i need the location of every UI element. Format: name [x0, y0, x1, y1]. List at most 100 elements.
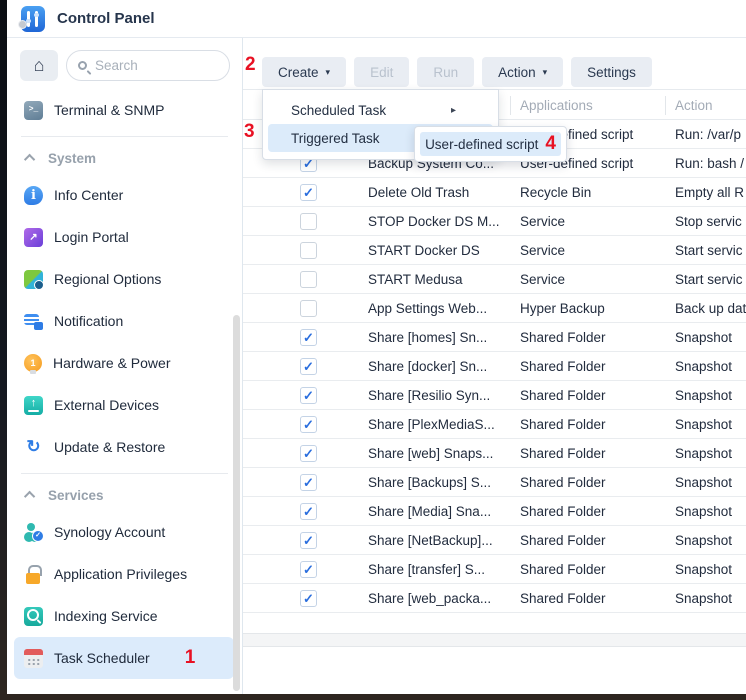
checkbox-checked[interactable]: ✓: [300, 503, 317, 520]
task-name-cell: Share [Resilio Syn...: [368, 388, 510, 403]
enabled-cell: [243, 300, 368, 317]
edit-button[interactable]: Edit: [354, 57, 409, 87]
search-input[interactable]: [95, 58, 218, 73]
checkbox-checked[interactable]: ✓: [300, 474, 317, 491]
table-row[interactable]: ✓Share [Media] Sna...Shared FolderSnapsh…: [243, 497, 746, 526]
checkbox-checked[interactable]: ✓: [300, 416, 317, 433]
action-cell: Snapshot: [665, 417, 746, 432]
action-cell: Start servic: [665, 272, 746, 287]
checkbox-checked[interactable]: ✓: [300, 532, 317, 549]
create-button[interactable]: Create ▾: [262, 57, 346, 87]
checkbox-checked[interactable]: ✓: [300, 329, 317, 346]
action-cell: Back up dat: [665, 301, 746, 316]
table-row[interactable]: ✓Share [transfer] S...Shared FolderSnaps…: [243, 555, 746, 584]
checkbox-unchecked[interactable]: [300, 300, 317, 317]
sidebar-scrollbar[interactable]: [233, 315, 240, 691]
checkbox-checked[interactable]: ✓: [300, 387, 317, 404]
action-cell: Snapshot: [665, 591, 746, 606]
table-row[interactable]: START Docker DSServiceStart servic: [243, 236, 746, 265]
hardware-power-icon: [24, 354, 42, 372]
sidebar-item-notification[interactable]: Notification: [14, 300, 234, 342]
sidebar-item-task-scheduler[interactable]: Task Scheduler1: [14, 637, 234, 679]
sidebar-item-external-devices[interactable]: External Devices: [14, 384, 234, 426]
sidebar-item-hardware-power[interactable]: Hardware & Power: [14, 342, 234, 384]
task-name-cell: Delete Old Trash: [368, 185, 510, 200]
checkbox-unchecked[interactable]: [300, 271, 317, 288]
sidebar-item-indexing-service[interactable]: Indexing Service: [14, 595, 234, 637]
action-cell: Run: bash /: [665, 156, 746, 171]
sidebar: ⌂ Terminal & SNMP SystemInfo CenterLogin …: [7, 38, 243, 694]
menu-item-user-defined-script[interactable]: User-defined script 4: [420, 132, 561, 156]
checkbox-checked[interactable]: ✓: [300, 590, 317, 607]
action-button[interactable]: Action ▾: [482, 57, 563, 87]
sidebar-item-terminal-snmp[interactable]: Terminal & SNMP: [14, 89, 234, 131]
table-row[interactable]: ✓Share [homes] Sn...Shared FolderSnapsho…: [243, 323, 746, 352]
caret-down-icon: ▾: [326, 67, 331, 78]
enabled-cell: ✓: [243, 184, 368, 201]
run-button[interactable]: Run: [417, 57, 474, 87]
sidebar-divider: [21, 136, 228, 137]
sidebar-item-application-privileges[interactable]: Application Privileges: [14, 553, 234, 595]
sidebar-item-info-center[interactable]: Info Center: [14, 174, 234, 216]
column-separator: [510, 96, 511, 115]
application-cell: Service: [510, 243, 665, 258]
checkbox-checked[interactable]: ✓: [300, 358, 317, 375]
notification-icon: [24, 312, 43, 331]
enabled-cell: [243, 242, 368, 259]
home-button[interactable]: ⌂: [20, 50, 58, 81]
task-name-cell: START Medusa: [368, 272, 510, 287]
table-row[interactable]: ✓Share [docker] Sn...Shared FolderSnapsh…: [243, 352, 746, 381]
table-row[interactable]: ✓Share [PlexMediaS...Shared FolderSnapsh…: [243, 410, 746, 439]
table-row[interactable]: ✓Share [Backups] S...Shared FolderSnapsh…: [243, 468, 746, 497]
sidebar-section-system[interactable]: System: [14, 142, 234, 174]
checkbox-checked[interactable]: ✓: [300, 561, 317, 578]
annotation-1: 1: [185, 647, 196, 669]
caret-down-icon: ▾: [543, 67, 548, 78]
section-label: Services: [48, 488, 104, 503]
action-cell: Snapshot: [665, 446, 746, 461]
search-box[interactable]: [66, 50, 230, 81]
application-cell: Shared Folder: [510, 330, 665, 345]
horizontal-scrollbar[interactable]: [243, 633, 746, 647]
task-name-cell: Share [NetBackup]...: [368, 533, 510, 548]
table-row[interactable]: START MedusaServiceStart servic: [243, 265, 746, 294]
sidebar-item-synology-account[interactable]: Synology Account: [14, 511, 234, 553]
action-cell: Snapshot: [665, 475, 746, 490]
table-row[interactable]: ✓Share [Resilio Syn...Shared FolderSnaps…: [243, 381, 746, 410]
action-cell: Snapshot: [665, 562, 746, 577]
checkbox-checked[interactable]: ✓: [300, 184, 317, 201]
table-row[interactable]: ✓Share [web] Snaps...Shared FolderSnapsh…: [243, 439, 746, 468]
sidebar-section-services[interactable]: Services: [14, 479, 234, 511]
sidebar-item-update-restore[interactable]: Update & Restore: [14, 426, 234, 468]
table-row[interactable]: ✓Delete Old TrashRecycle BinEmpty all R: [243, 178, 746, 207]
checkbox-unchecked[interactable]: [300, 213, 317, 230]
sidebar-item-label: Regional Options: [54, 271, 161, 287]
sidebar-item-label: Notification: [54, 313, 123, 329]
settings-button[interactable]: Settings: [571, 57, 652, 87]
sidebar-item-regional-options[interactable]: Regional Options: [14, 258, 234, 300]
checkbox-unchecked[interactable]: [300, 242, 317, 259]
menu-item-scheduled-task[interactable]: Scheduled Task ▸: [268, 96, 493, 124]
submenu-arrow-icon: ▸: [451, 105, 456, 116]
enabled-cell: [243, 213, 368, 230]
sidebar-item-label: Hardware & Power: [53, 355, 171, 371]
action-cell: Snapshot: [665, 330, 746, 345]
sidebar-item-label: Synology Account: [54, 524, 165, 540]
column-header-applications[interactable]: Applications: [520, 98, 593, 113]
sidebar-top: ⌂: [7, 50, 242, 81]
terminal-icon: [24, 101, 43, 120]
titlebar: Control Panel: [7, 0, 746, 38]
table-row[interactable]: ✓Share [web_packa...Shared FolderSnapsho…: [243, 584, 746, 613]
table-row[interactable]: ✓Share [NetBackup]...Shared FolderSnapsh…: [243, 526, 746, 555]
content-panel: Create ▾ Edit Run Action ▾ Settings: [243, 38, 746, 694]
control-panel-icon: [18, 6, 45, 32]
sidebar-item-login-portal[interactable]: Login Portal: [14, 216, 234, 258]
task-name-cell: Share [web_packa...: [368, 591, 510, 606]
sidebar-nav: Terminal & SNMP SystemInfo CenterLogin Po…: [7, 89, 242, 679]
table-row[interactable]: App Settings Web...Hyper BackupBack up d…: [243, 294, 746, 323]
column-header-action[interactable]: Action: [675, 98, 713, 113]
search-icon: [78, 61, 87, 70]
regional-options-icon: [24, 270, 43, 289]
checkbox-checked[interactable]: ✓: [300, 445, 317, 462]
table-row[interactable]: STOP Docker DS M...ServiceStop servic: [243, 207, 746, 236]
